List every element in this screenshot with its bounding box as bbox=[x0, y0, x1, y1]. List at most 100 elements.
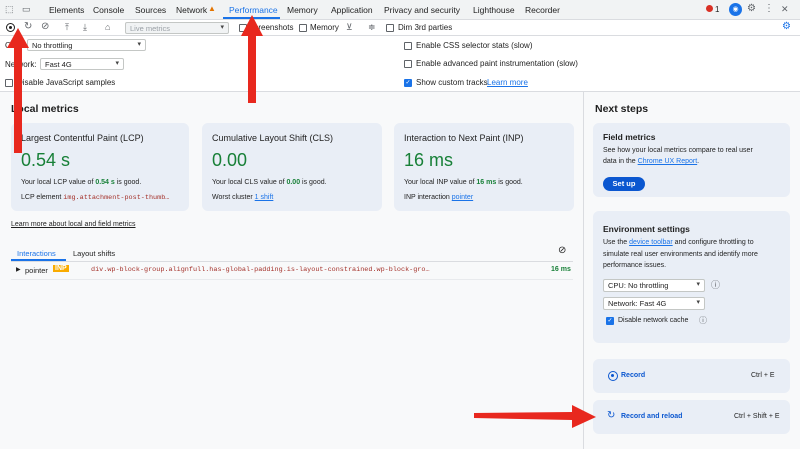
inspect-element-icon[interactable]: ⬚ bbox=[5, 4, 14, 14]
device-toolbar-icon[interactable]: ▭ bbox=[22, 4, 31, 14]
home-icon[interactable]: ⌂ bbox=[105, 22, 110, 32]
active-tab-indicator bbox=[223, 17, 280, 19]
interaction-selector[interactable]: div.wp-block-group.alignfull.has-global-… bbox=[91, 266, 430, 274]
next-steps-panel: Next steps Field metrics See how your lo… bbox=[583, 92, 800, 449]
local-metrics-title: Local metrics bbox=[11, 103, 79, 115]
env-network-select[interactable]: Network: Fast 4G ▾ bbox=[603, 297, 705, 310]
inp-title: Interaction to Next Paint (INP) bbox=[404, 133, 524, 143]
error-count[interactable]: 1 bbox=[715, 5, 719, 14]
dim-third-parties-label: Dim 3rd parties bbox=[398, 23, 453, 32]
screenshots-label: Screenshots bbox=[249, 23, 294, 32]
record-label[interactable]: Record bbox=[621, 372, 645, 379]
device-toolbar-link[interactable]: device toolbar bbox=[629, 239, 673, 246]
css-selector-stats-checkbox[interactable] bbox=[404, 42, 412, 50]
network-label: Network: bbox=[5, 60, 37, 69]
interaction-row[interactable]: ▶ pointer INP div.wp-block-group.alignfu… bbox=[11, 263, 573, 279]
tab-console[interactable]: Console bbox=[93, 5, 124, 15]
memory-label: Memory bbox=[310, 23, 339, 32]
env-desc-3: performance issues. bbox=[603, 262, 667, 269]
lcp-element-row: LCP element img.attachment-post-thumb… bbox=[21, 194, 170, 202]
inp-description: Your local INP value of 16 ms is good. bbox=[404, 179, 523, 186]
reload-icon: ↻ bbox=[607, 410, 616, 421]
disable-js-samples-label: Disable JavaScript samples bbox=[17, 78, 116, 87]
screenshots-checkbox[interactable] bbox=[239, 24, 247, 32]
paint-instrumentation-label: Enable advanced paint instrumentation (s… bbox=[416, 59, 578, 68]
download-icon[interactable]: ⤓ bbox=[83, 22, 87, 32]
tab-performance[interactable]: Performance bbox=[229, 5, 278, 15]
disable-cache-checkbox[interactable]: ✓ bbox=[606, 317, 614, 325]
tab-lighthouse[interactable]: Lighthouse bbox=[473, 5, 515, 15]
capture-settings-gear-icon[interactable]: ⚙ bbox=[782, 22, 791, 32]
lcp-card: Largest Contentful Paint (LCP) 0.54 s Yo… bbox=[11, 123, 189, 211]
tab-network[interactable]: Network bbox=[176, 5, 207, 15]
tab-interactions[interactable]: Interactions bbox=[17, 249, 56, 258]
ai-assistant-icon[interactable]: ◉ bbox=[729, 3, 742, 16]
cls-worst-cluster-link[interactable]: 1 shift bbox=[255, 194, 274, 201]
cache-info-icon[interactable]: ⓘ bbox=[699, 316, 707, 326]
learn-more-metrics-link[interactable]: Learn more about local and field metrics bbox=[11, 221, 136, 228]
more-options-icon[interactable]: ⋮ bbox=[764, 4, 774, 14]
settings-gear-icon[interactable]: ⚙ bbox=[747, 4, 756, 14]
clear-interactions-icon[interactable]: ⊘ bbox=[558, 246, 566, 256]
custom-tracks-learn-more-link[interactable]: Learn more bbox=[487, 78, 528, 87]
lcp-element-selector[interactable]: img.attachment-post-thumb… bbox=[63, 194, 169, 202]
record-reload-card[interactable]: ↻ Record and reload Ctrl + Shift + E bbox=[593, 400, 790, 434]
custom-tracks-checkbox[interactable]: ✓ bbox=[404, 79, 412, 87]
error-icon bbox=[706, 5, 713, 12]
disable-cache-label: Disable network cache bbox=[618, 317, 689, 324]
record-reload-label[interactable]: Record and reload bbox=[621, 413, 682, 420]
tab-recorder[interactable]: Recorder bbox=[525, 5, 560, 15]
local-metrics-panel: Local metrics Largest Contentful Paint (… bbox=[0, 92, 583, 449]
clear-icon[interactable]: ⊘ bbox=[41, 22, 49, 32]
chrome-ux-report-link[interactable]: Chrome UX Report bbox=[638, 158, 698, 165]
cls-value: 0.00 bbox=[212, 150, 248, 170]
devtools-tab-bar: ⬚ ▭ Elements Console Sources Network ▲ P… bbox=[0, 0, 800, 20]
env-desc-1: Use the device toolbar and configure thr… bbox=[603, 239, 754, 246]
record-reload-shortcut: Ctrl + Shift + E bbox=[734, 413, 780, 420]
disable-js-samples-checkbox[interactable] bbox=[5, 79, 13, 87]
memory-checkbox[interactable] bbox=[299, 24, 307, 32]
tab-memory[interactable]: Memory bbox=[287, 5, 318, 15]
inp-interaction-link[interactable]: pointer bbox=[452, 194, 473, 201]
network-throttling-select[interactable]: Fast 4G ▾ bbox=[40, 58, 124, 70]
tab-application[interactable]: Application bbox=[331, 5, 373, 15]
live-metrics-select[interactable]: Live metrics ▾ bbox=[125, 22, 229, 34]
interaction-duration: 16 ms bbox=[551, 266, 571, 273]
upload-icon[interactable]: ⤒ bbox=[65, 22, 69, 32]
record-icon[interactable] bbox=[6, 23, 15, 32]
expand-arrow-icon[interactable]: ▶ bbox=[16, 266, 21, 273]
lcp-description: Your local LCP value of 0.54 s is good. bbox=[21, 179, 142, 186]
inp-interaction-row: INP interaction pointer bbox=[404, 194, 474, 201]
dim-third-parties-checkbox[interactable] bbox=[386, 24, 394, 32]
row-divider bbox=[11, 279, 573, 280]
cls-description: Your local CLS value of 0.00 is good. bbox=[212, 179, 327, 186]
cls-title: Cumulative Layout Shift (CLS) bbox=[212, 133, 334, 143]
tab-sources[interactable]: Sources bbox=[135, 5, 166, 15]
next-steps-title: Next steps bbox=[595, 103, 649, 115]
paint-instrumentation-checkbox[interactable] bbox=[404, 60, 412, 68]
garbage-collect-icon[interactable]: ⊻ bbox=[346, 22, 353, 32]
close-icon[interactable]: ✕ bbox=[781, 4, 789, 14]
reload-record-icon[interactable]: ↻ bbox=[24, 22, 32, 32]
set-up-button[interactable]: Set up bbox=[603, 177, 645, 191]
field-metrics-title: Field metrics bbox=[603, 132, 656, 142]
subtab-divider bbox=[11, 261, 573, 262]
cpu-info-icon[interactable]: ⓘ bbox=[711, 280, 720, 290]
tab-privacy-security[interactable]: Privacy and security bbox=[384, 5, 460, 15]
cls-worst-cluster-row: Worst cluster 1 shift bbox=[212, 194, 274, 201]
lcp-value: 0.54 s bbox=[21, 150, 71, 170]
record-shortcut: Ctrl + E bbox=[751, 372, 775, 379]
warning-icon: ▲ bbox=[208, 4, 216, 13]
css-selector-stats-label: Enable CSS selector stats (slow) bbox=[416, 41, 533, 50]
custom-tracks-label: Show custom tracks bbox=[416, 78, 488, 87]
field-metrics-card: Field metrics See how your local metrics… bbox=[593, 123, 790, 197]
flame-chart-icon[interactable]: ≑ bbox=[368, 22, 376, 32]
inp-card: Interaction to Next Paint (INP) 16 ms Yo… bbox=[394, 123, 574, 211]
cpu-throttling-select[interactable]: No throttling ▾ bbox=[27, 39, 146, 51]
lcp-title: Largest Contentful Paint (LCP) bbox=[21, 133, 144, 143]
env-cpu-select[interactable]: CPU: No throttling ▾ bbox=[603, 279, 705, 292]
record-card[interactable]: Record Ctrl + E bbox=[593, 359, 790, 393]
environment-settings-card: Environment settings Use the device tool… bbox=[593, 211, 790, 343]
tab-layout-shifts[interactable]: Layout shifts bbox=[73, 249, 115, 258]
tab-elements[interactable]: Elements bbox=[49, 5, 84, 15]
